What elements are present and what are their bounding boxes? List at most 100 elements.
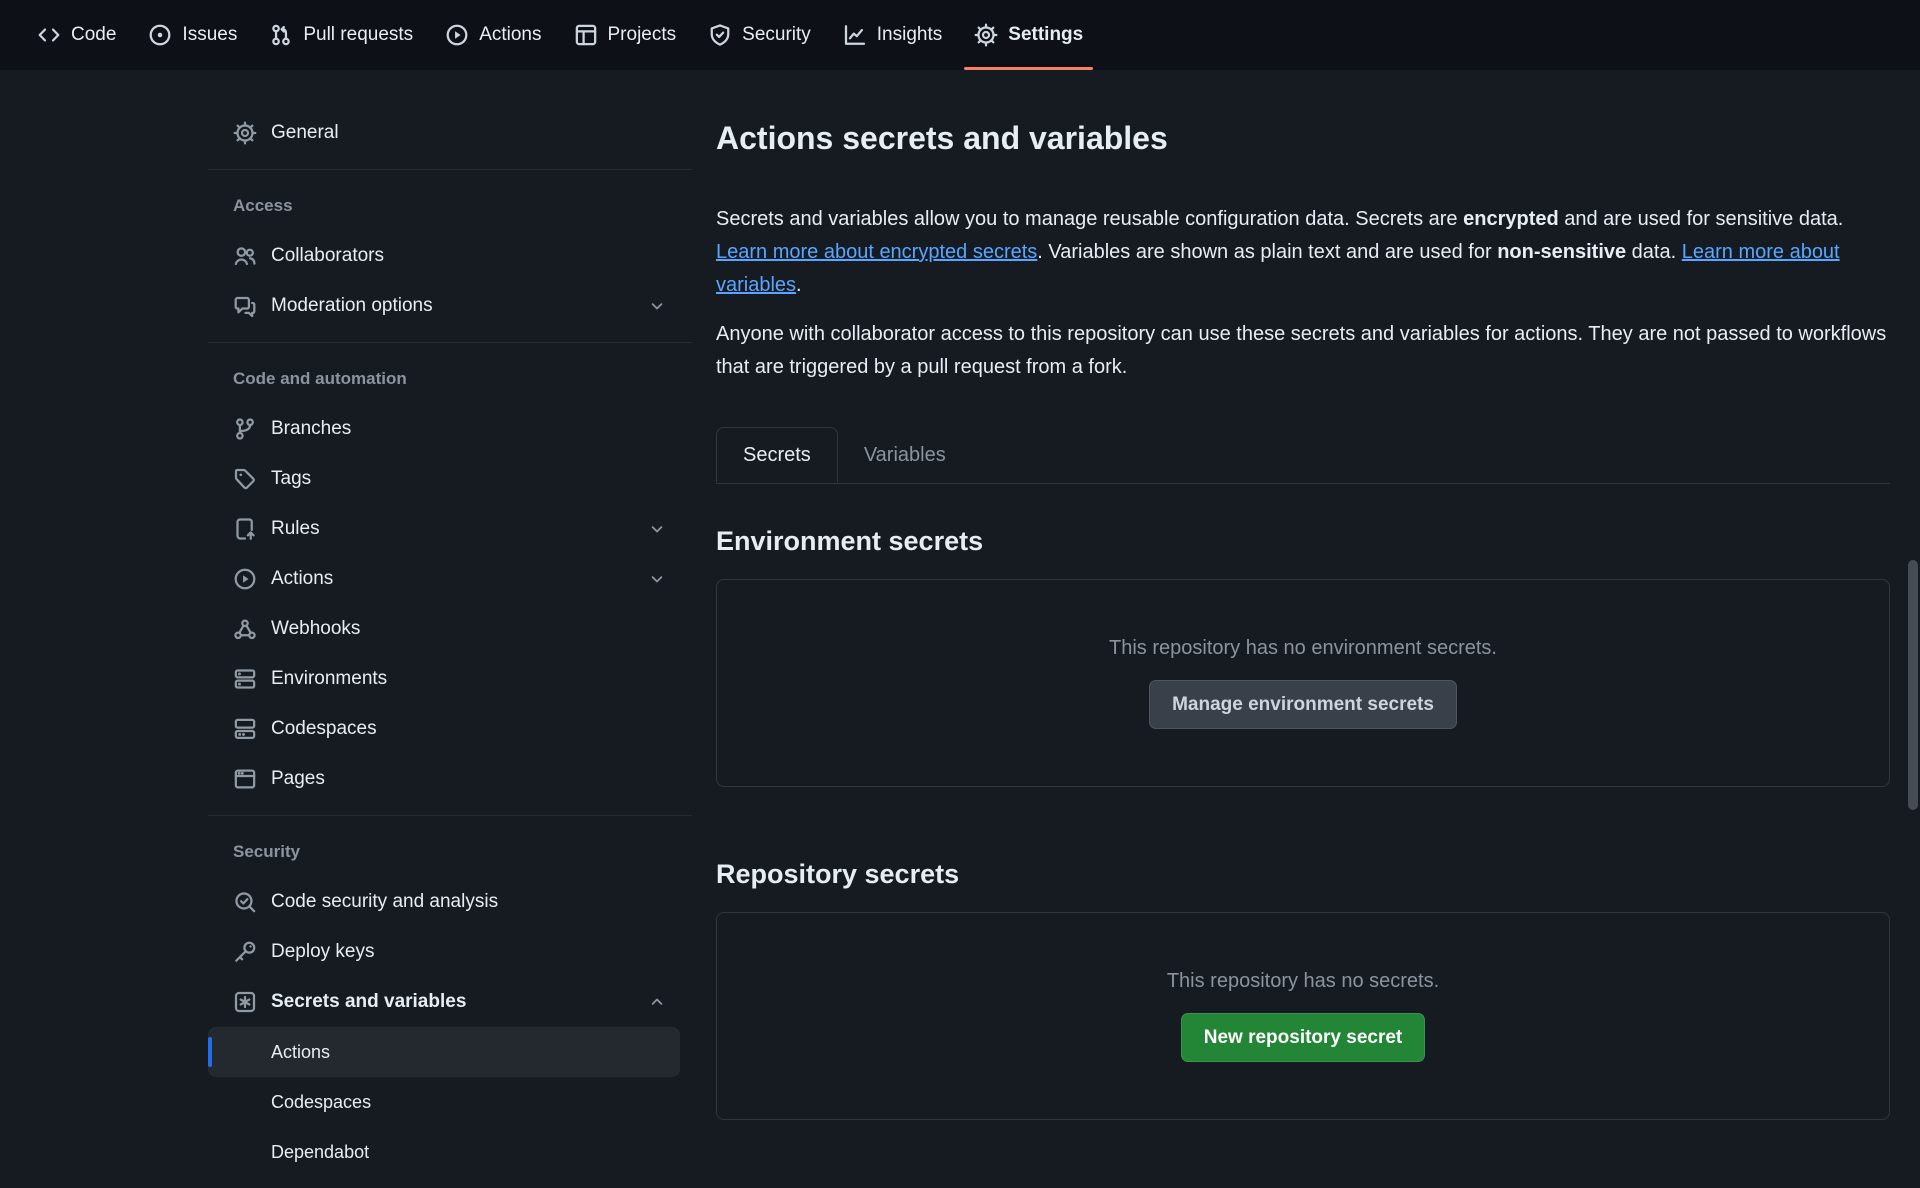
sidebar-subitem-codespaces[interactable]: Codespaces — [208, 1077, 680, 1127]
sidebar-item-collaborators[interactable]: Collaborators — [208, 231, 680, 281]
intro-bold-non-sensitive: non-sensitive — [1497, 241, 1626, 263]
nav-tab-insights[interactable]: Insights — [827, 0, 958, 70]
nav-tab-label: Actions — [479, 24, 541, 46]
sidebar-item-code-security[interactable]: Code security and analysis — [208, 877, 680, 927]
sidebar-divider — [208, 342, 692, 343]
issue-opened-icon — [148, 23, 172, 47]
people-icon — [233, 244, 257, 268]
intro-text: Secrets and variables allow you to manag… — [716, 208, 1463, 230]
play-icon — [445, 23, 469, 47]
nav-tab-label: Pull requests — [303, 24, 413, 46]
intro-text: and are used for sensitive data. — [1559, 208, 1844, 230]
environment-secrets-empty-box: This repository has no environment secre… — [716, 579, 1890, 787]
tab-secrets[interactable]: Secrets — [716, 427, 838, 483]
code-icon — [37, 23, 61, 47]
nav-tab-label: Settings — [1008, 24, 1083, 46]
sidebar-item-label: Branches — [271, 418, 680, 440]
git-pull-request-icon — [269, 23, 293, 47]
sidebar-item-rules[interactable]: Rules — [208, 504, 680, 554]
tab-variables[interactable]: Variables — [838, 427, 972, 483]
browser-icon — [233, 767, 257, 791]
nav-tab-code[interactable]: Code — [21, 0, 132, 70]
sidebar-item-tags[interactable]: Tags — [208, 454, 680, 504]
chevron-down-icon — [647, 569, 667, 589]
secrets-variables-tabnav: Secrets Variables — [716, 427, 1890, 484]
codescan-icon — [233, 890, 257, 914]
sidebar-item-label: Deploy keys — [271, 941, 680, 963]
sidebar-item-codespaces[interactable]: Codespaces — [208, 704, 680, 754]
repository-secrets-empty-text: This repository has no secrets. — [1167, 970, 1439, 993]
rules-icon — [233, 517, 257, 541]
nav-tab-settings[interactable]: Settings — [958, 0, 1099, 70]
sidebar-subitem-label: Actions — [271, 1042, 330, 1063]
graph-icon — [843, 23, 867, 47]
sidebar-subitem-actions[interactable]: Actions — [208, 1027, 680, 1077]
sidebar-item-environments[interactable]: Environments — [208, 654, 680, 704]
sidebar-item-general[interactable]: General — [208, 108, 680, 158]
chevron-down-icon — [647, 296, 667, 316]
manage-environment-secrets-button[interactable]: Manage environment secrets — [1149, 680, 1457, 729]
learn-more-encrypted-secrets-link[interactable]: Learn more about encrypted secrets — [716, 241, 1037, 263]
chevron-up-icon — [647, 992, 667, 1012]
sidebar-section-title-security: Security — [208, 827, 692, 877]
git-branch-icon — [233, 417, 257, 441]
intro-bold-encrypted: encrypted — [1463, 208, 1559, 230]
table-icon — [574, 23, 598, 47]
sidebar-item-pages[interactable]: Pages — [208, 754, 680, 804]
sidebar-item-label: General — [271, 122, 680, 144]
intro-text: data. — [1626, 241, 1682, 263]
sidebar-item-label: Environments — [271, 668, 680, 690]
nav-tab-pull-requests[interactable]: Pull requests — [253, 0, 429, 70]
sidebar-item-moderation-options[interactable]: Moderation options — [208, 281, 680, 331]
nav-tab-label: Issues — [182, 24, 237, 46]
sidebar-section-title-code-and-automation: Code and automation — [208, 354, 692, 404]
new-repository-secret-button[interactable]: New repository secret — [1181, 1013, 1426, 1062]
sidebar-item-actions[interactable]: Actions — [208, 554, 680, 604]
tag-icon — [233, 467, 257, 491]
sidebar-section-title-access: Access — [208, 181, 692, 231]
sidebar-item-secrets-and-variables[interactable]: Secrets and variables — [208, 977, 680, 1027]
nav-tab-label: Security — [742, 24, 811, 46]
key-icon — [233, 940, 257, 964]
sidebar-item-label: Rules — [271, 518, 633, 540]
sidebar-item-label: Pages — [271, 768, 680, 790]
sidebar-subitem-label: Dependabot — [271, 1142, 369, 1163]
collaborator-access-paragraph: Anyone with collaborator access to this … — [716, 318, 1890, 384]
sidebar-divider — [208, 169, 692, 170]
nav-tab-security[interactable]: Security — [692, 0, 827, 70]
shield-icon — [708, 23, 732, 47]
sidebar-item-label: Codespaces — [271, 718, 680, 740]
nav-tab-issues[interactable]: Issues — [132, 0, 253, 70]
sidebar-item-webhooks[interactable]: Webhooks — [208, 604, 680, 654]
gear-icon — [974, 23, 998, 47]
key-asterisk-icon — [233, 990, 257, 1014]
repo-nav: Code Issues Pull requests Actions Projec… — [0, 0, 1920, 70]
sidebar-item-label: Moderation options — [271, 295, 633, 317]
environment-secrets-heading: Environment secrets — [716, 526, 1890, 557]
sidebar-item-deploy-keys[interactable]: Deploy keys — [208, 927, 680, 977]
vertical-scrollbar[interactable] — [1908, 560, 1918, 810]
nav-tab-projects[interactable]: Projects — [558, 0, 693, 70]
sidebar-item-branches[interactable]: Branches — [208, 404, 680, 454]
sidebar-item-label: Actions — [271, 568, 633, 590]
play-icon — [233, 567, 257, 591]
webhook-icon — [233, 617, 257, 641]
intro-paragraph: Secrets and variables allow you to manag… — [716, 203, 1890, 302]
gear-icon — [233, 121, 257, 145]
sidebar-item-label: Collaborators — [271, 245, 680, 267]
codespaces-icon — [233, 717, 257, 741]
sidebar-subitem-dependabot[interactable]: Dependabot — [208, 1127, 680, 1177]
comment-discussion-icon — [233, 294, 257, 318]
settings-sidebar: General Access Collaborators Moderation … — [208, 70, 692, 1177]
intro-text: . Variables are shown as plain text and … — [1037, 241, 1497, 263]
sidebar-item-label: Code security and analysis — [271, 891, 680, 913]
main-content: Actions secrets and variables Secrets an… — [716, 70, 1890, 1120]
nav-tab-label: Insights — [877, 24, 942, 46]
sidebar-item-label: Tags — [271, 468, 680, 490]
nav-tab-actions[interactable]: Actions — [429, 0, 557, 70]
intro-text: . — [796, 274, 802, 296]
sidebar-item-label: Webhooks — [271, 618, 680, 640]
repository-secrets-heading: Repository secrets — [716, 859, 1890, 890]
nav-tab-label: Projects — [608, 24, 677, 46]
environment-secrets-empty-text: This repository has no environment secre… — [1109, 637, 1497, 660]
